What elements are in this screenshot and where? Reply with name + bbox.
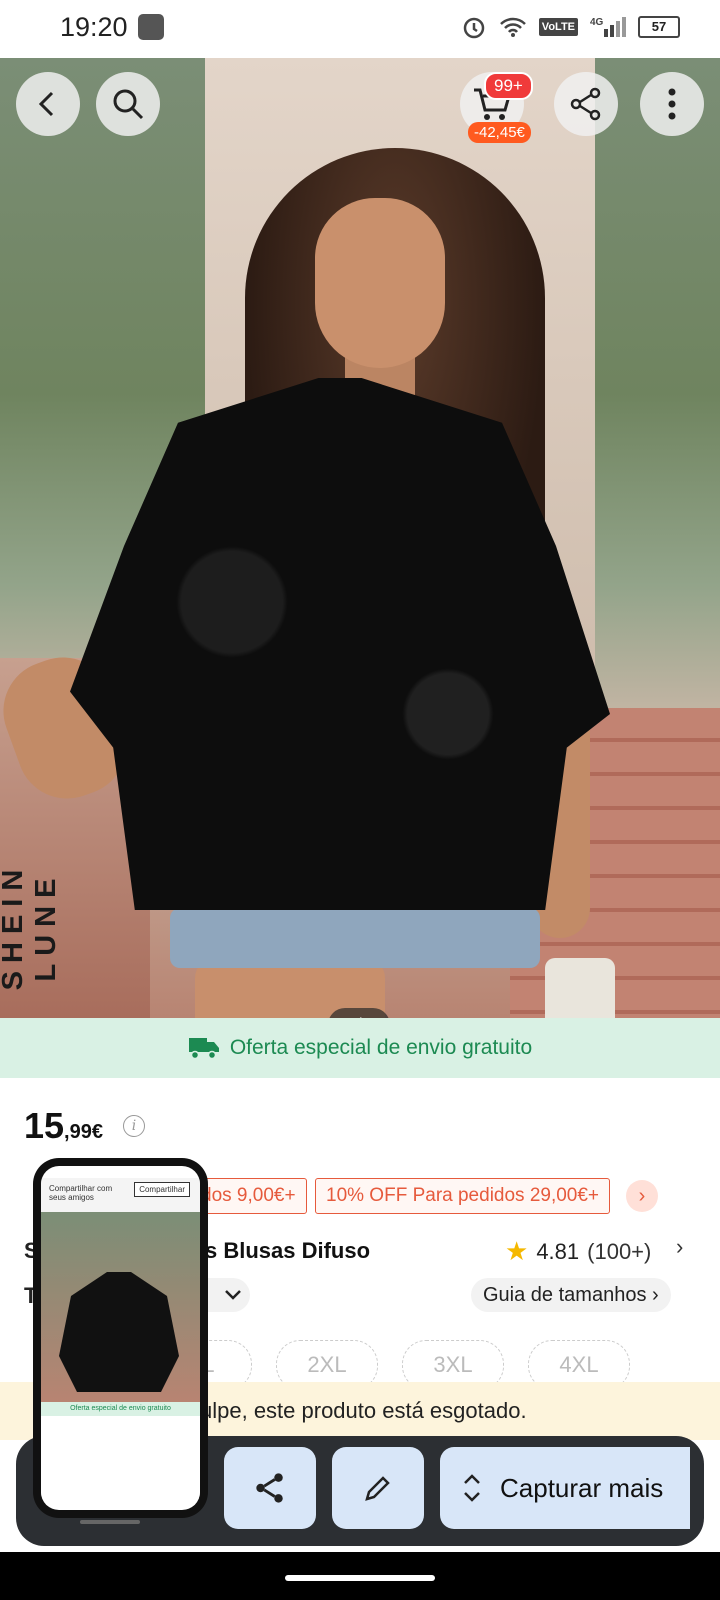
back-button[interactable] [16,72,80,136]
pencil-icon [365,1476,390,1501]
size-guide-button[interactable]: Guia de tamanhos › [471,1278,671,1312]
chevron-down-icon [225,1290,241,1300]
model-face [315,198,445,368]
screenshot-thumbnail[interactable]: Compartilhar com seus amigos Compartilha… [33,1158,208,1518]
more-vertical-icon [668,88,676,120]
thumbnail-details [41,1416,200,1506]
battery-icon: 57 [638,16,680,38]
price-integer: 15 [24,1105,65,1146]
signal-icon: 4G [590,17,626,37]
status-bar: 19:20 VoLTE 4G 57 [0,0,720,58]
free-shipping-text: Oferta especial de envio gratuito [229,1036,533,1059]
back-arrow-icon [38,91,54,117]
thumbnail-share-prompt: Compartilhar com seus amigos Compartilha… [41,1178,200,1212]
cart-count-badge: 99+ [484,72,533,100]
search-button[interactable] [96,72,160,136]
cart-savings-badge: -42,45€ [468,122,531,143]
share-button[interactable] [554,72,618,136]
svg-text:4G: 4G [590,17,604,28]
toolbar-edit-button[interactable] [332,1447,424,1529]
product-image[interactable]: SHEIN LUNE 3 / 6 [0,58,720,1018]
model-shorts [170,908,540,968]
alarm-icon [463,17,485,39]
price-info-icon[interactable]: i [123,1115,145,1137]
thumbnail-product-image [41,1212,200,1402]
product-price: 15,99€ [24,1105,103,1147]
product-rating[interactable]: ★ 4.81 (100+) [505,1236,651,1267]
volte-icon: VoLTE [538,18,578,36]
model-bag [545,958,615,1018]
price-decimal: ,99€ [64,1121,103,1143]
truck-icon [188,1038,219,1060]
image-counter: 3 / 6 [328,1008,390,1018]
free-shipping-banner[interactable]: Oferta especial de envio gratuito [0,1018,720,1078]
thumbnail-blouse [59,1272,179,1392]
status-time: 19:20 [60,12,128,42]
thumbnail-preview: Compartilhar com seus amigos Compartilha… [41,1166,200,1510]
notification-icon [138,14,164,40]
search-icon [113,89,144,120]
coupons-more-button[interactable]: › [626,1180,658,1212]
expand-vertical-icon [464,1474,480,1502]
rating-count: (100+) [587,1238,652,1264]
share-icon [570,87,601,121]
sold-out-text: ulpe, este produto está esgotado. [200,1398,527,1423]
more-options-button[interactable] [640,72,704,136]
wifi-icon [499,17,526,37]
size-guide-label: Guia de tamanhos [483,1284,647,1306]
share-icon [256,1473,283,1503]
home-gesture-bar[interactable] [285,1575,435,1581]
star-icon: ★ [505,1236,529,1266]
toolbar-share-button[interactable] [224,1447,316,1529]
thumbnail-share-button: Compartilhar [134,1182,190,1197]
coupon-2[interactable]: 10% OFF Para pedidos 29,00€+ [315,1178,611,1214]
status-icons: VoLTE 4G 57 [461,14,680,40]
chevron-right-icon[interactable]: › [676,1234,683,1260]
thumbnail-share-text: Compartilhar com seus amigos [49,1184,113,1202]
capture-more-button[interactable]: Capturar mais [440,1447,690,1529]
thumbnail-handle [80,1520,140,1524]
product-title: s Blusas Difuso [205,1238,371,1263]
brand-watermark: SHEIN LUNE [0,861,62,991]
capture-more-label: Capturar mais [500,1472,664,1503]
thumbnail-shipping-banner: Oferta especial de envio gratuito [41,1402,200,1416]
rating-value: 4.81 [536,1238,580,1264]
